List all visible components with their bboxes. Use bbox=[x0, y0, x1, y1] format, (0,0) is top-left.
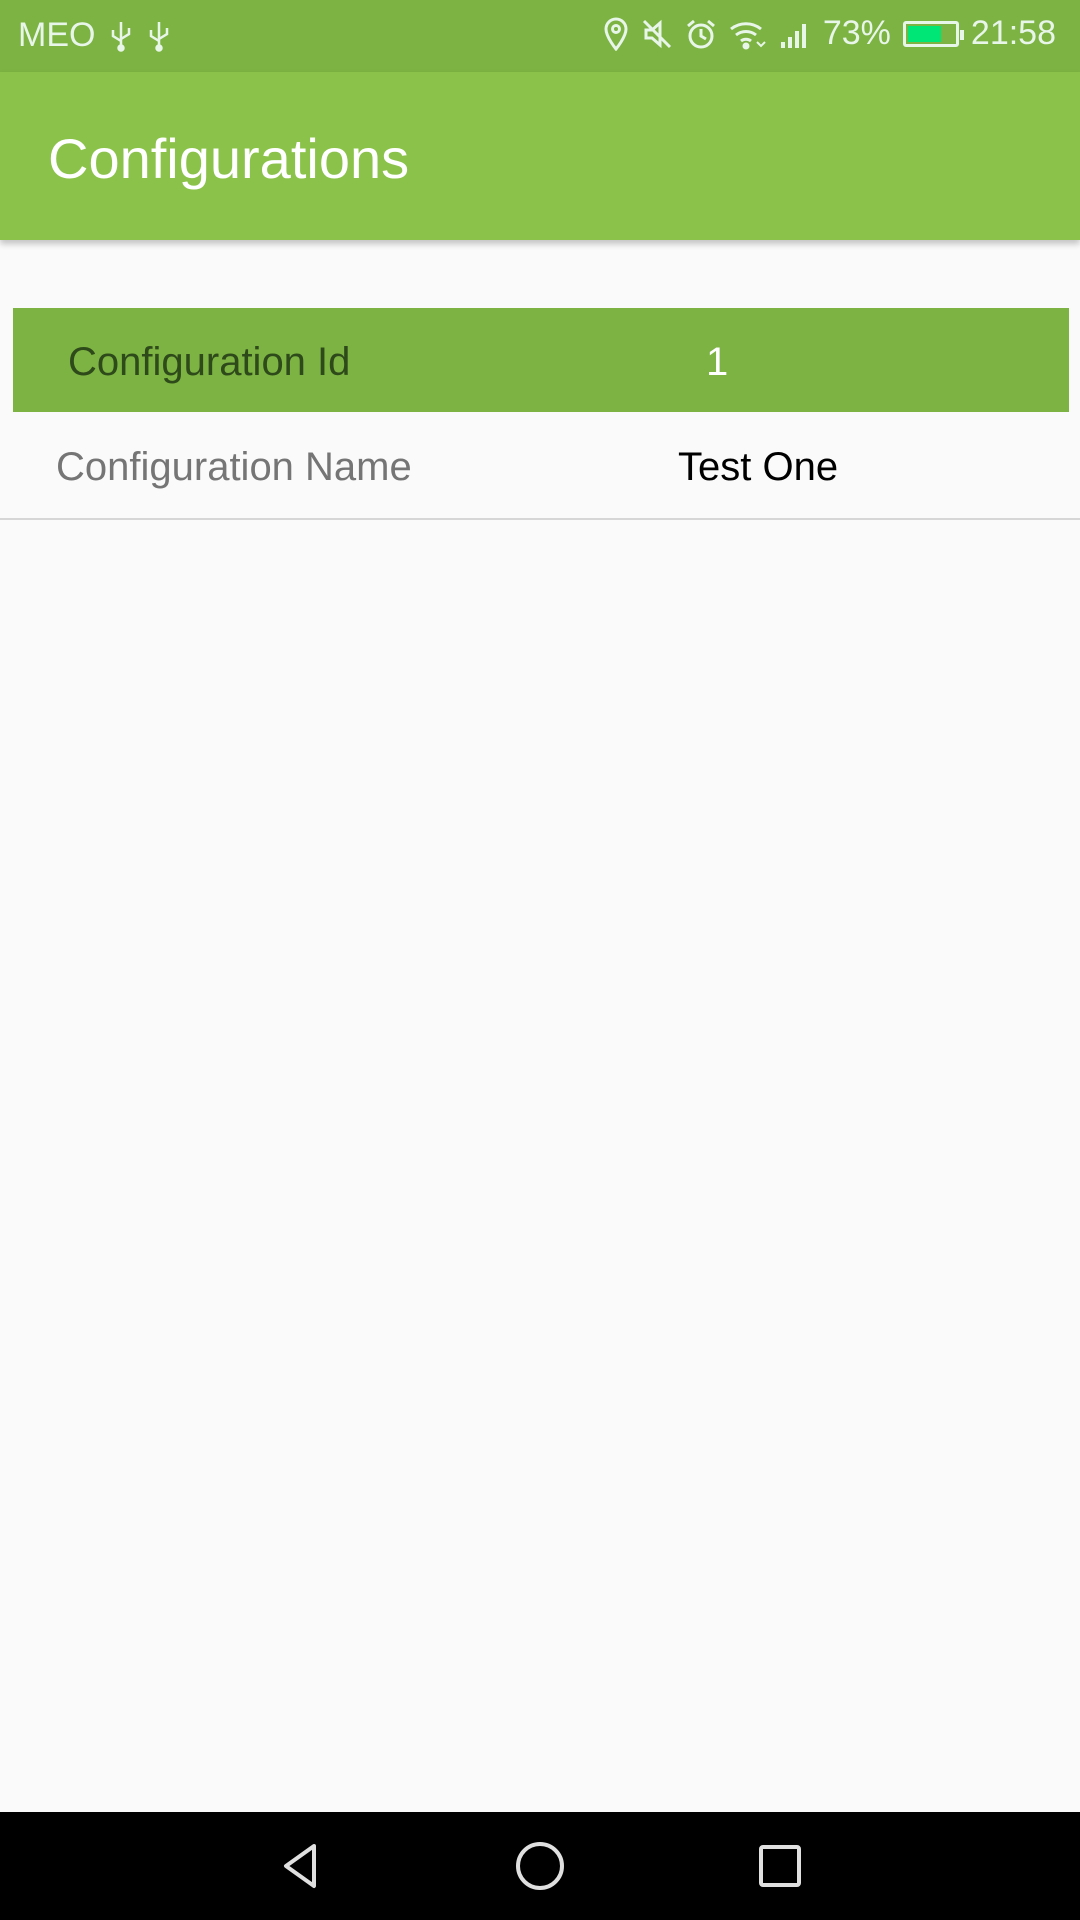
clock: 21:58 bbox=[970, 14, 1056, 52]
signal-icon bbox=[779, 18, 811, 50]
status-left: MEO bbox=[18, 16, 171, 55]
config-name-value: Test One bbox=[678, 445, 839, 489]
alarm-icon bbox=[685, 18, 717, 50]
location-icon bbox=[603, 17, 629, 51]
status-bar: MEO 73% 21:58 bbox=[0, 0, 1080, 72]
mute-icon bbox=[641, 18, 673, 50]
battery-percent: 73% bbox=[822, 14, 891, 52]
page-title: Configurations bbox=[48, 127, 410, 190]
config-id-value: 1 bbox=[706, 340, 729, 384]
carrier-label: MEO bbox=[18, 16, 96, 54]
screen: MEO 73% 21:58 Configurations Configurati… bbox=[0, 0, 1080, 1920]
battery-fill bbox=[907, 25, 942, 42]
usb-icon bbox=[147, 20, 171, 52]
config-name-label: Configuration Name bbox=[56, 445, 412, 489]
config-id-label: Configuration Id bbox=[68, 340, 351, 384]
usb-icon bbox=[109, 20, 133, 52]
home-icon[interactable] bbox=[512, 1838, 568, 1894]
app-bar: Configurations bbox=[0, 72, 1080, 240]
status-right: 73% 21:58 bbox=[603, 14, 1056, 53]
recents-icon[interactable] bbox=[752, 1838, 808, 1894]
navigation-bar bbox=[0, 1812, 1080, 1920]
config-name-row[interactable]: Configuration Name Test One bbox=[0, 412, 1080, 520]
wifi-icon bbox=[729, 18, 767, 50]
battery-icon bbox=[902, 20, 964, 47]
back-icon[interactable] bbox=[272, 1838, 328, 1894]
config-id-row[interactable]: Configuration Id 1 bbox=[13, 308, 1069, 412]
